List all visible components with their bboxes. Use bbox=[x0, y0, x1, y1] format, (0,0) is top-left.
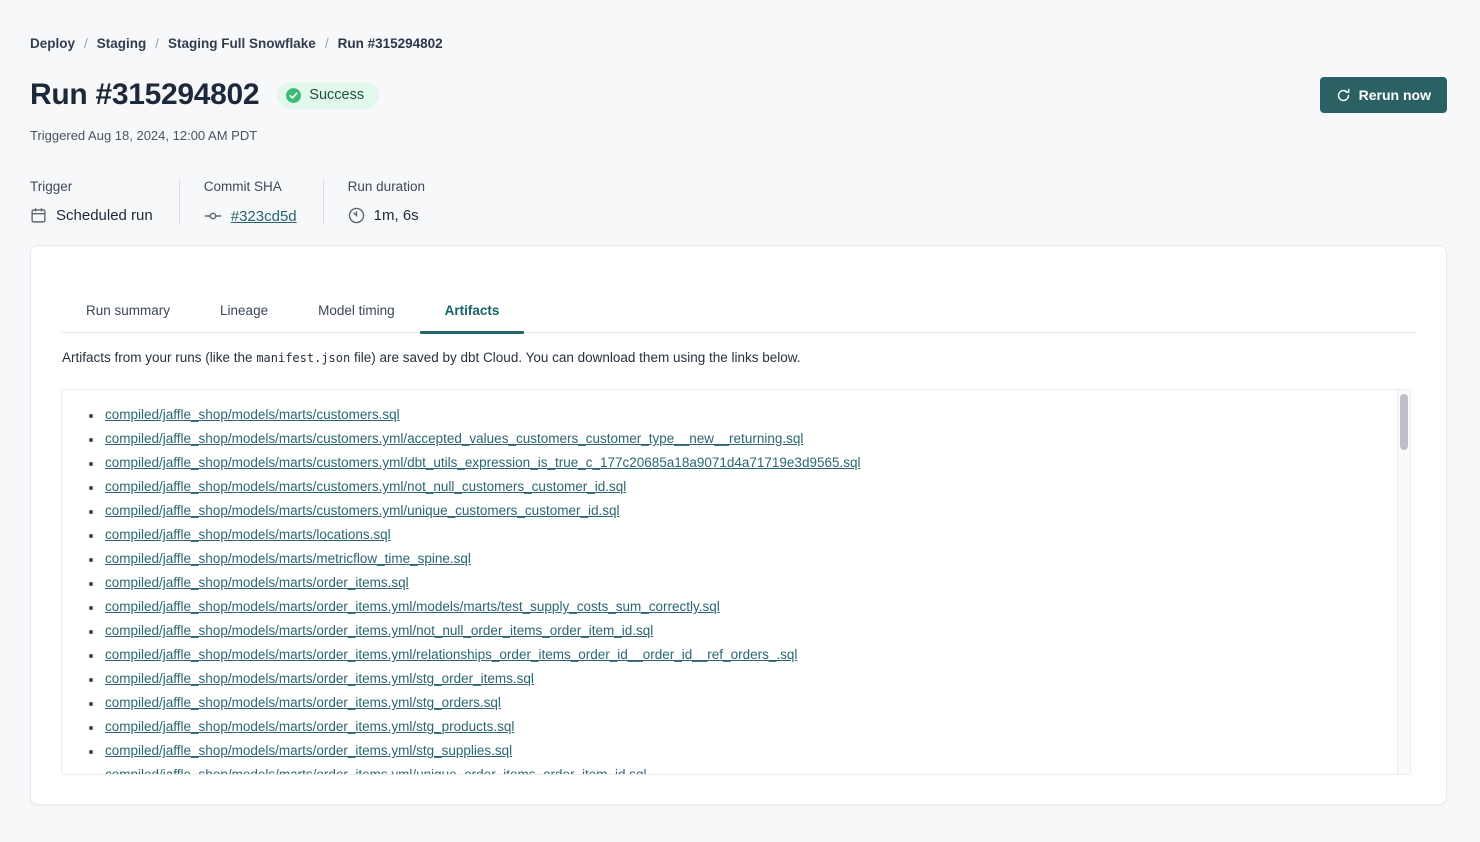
artifacts-list: compiled/jaffle_shop/models/marts/custom… bbox=[62, 390, 1410, 775]
breadcrumb-item-deploy[interactable]: Deploy bbox=[30, 36, 75, 51]
artifact-list-item: compiled/jaffle_shop/models/marts/custom… bbox=[103, 451, 1386, 475]
artifact-link[interactable]: compiled/jaffle_shop/models/marts/order_… bbox=[105, 599, 720, 614]
artifact-list-item: compiled/jaffle_shop/models/marts/custom… bbox=[103, 427, 1386, 451]
artifact-list-item: compiled/jaffle_shop/models/marts/custom… bbox=[103, 475, 1386, 499]
artifact-link[interactable]: compiled/jaffle_shop/models/marts/order_… bbox=[105, 623, 653, 638]
breadcrumb-separator: / bbox=[325, 36, 329, 51]
artifact-link[interactable]: compiled/jaffle_shop/models/marts/custom… bbox=[105, 407, 400, 422]
title-row: Run #315294802 Success Rerun now bbox=[30, 75, 1447, 115]
run-detail-page: Deploy / Staging / Staging Full Snowflak… bbox=[0, 0, 1480, 842]
breadcrumb-item-staging[interactable]: Staging bbox=[97, 36, 147, 51]
breadcrumb-item-environment[interactable]: Staging Full Snowflake bbox=[168, 36, 316, 51]
meta-duration-label: Run duration bbox=[348, 179, 425, 194]
artifact-link[interactable]: compiled/jaffle_shop/models/marts/locati… bbox=[105, 527, 391, 542]
artifact-link[interactable]: compiled/jaffle_shop/models/marts/order_… bbox=[105, 719, 514, 734]
artifact-link[interactable]: compiled/jaffle_shop/models/marts/custom… bbox=[105, 455, 861, 470]
status-badge: Success bbox=[277, 82, 379, 109]
artifact-link[interactable]: compiled/jaffle_shop/models/marts/order_… bbox=[105, 647, 797, 662]
artifact-list-item: compiled/jaffle_shop/models/marts/order_… bbox=[103, 691, 1386, 715]
page-title: Run #315294802 bbox=[30, 78, 259, 112]
artifact-list-item: compiled/jaffle_shop/models/marts/order_… bbox=[103, 763, 1386, 775]
status-badge-label: Success bbox=[309, 87, 364, 103]
artifacts-scrollbar-track[interactable] bbox=[1397, 390, 1410, 774]
tab-bar: Run summary Lineage Model timing Artifac… bbox=[61, 292, 1416, 333]
rerun-now-label: Rerun now bbox=[1359, 87, 1431, 103]
tab-run-summary[interactable]: Run summary bbox=[61, 292, 195, 333]
breadcrumb-separator: / bbox=[84, 36, 88, 51]
meta-duration-value: 1m, 6s bbox=[374, 207, 419, 224]
artifact-list-item: compiled/jaffle_shop/models/marts/metric… bbox=[103, 547, 1386, 571]
rerun-now-button[interactable]: Rerun now bbox=[1320, 77, 1447, 113]
meta-duration: Run duration 1m, 6s bbox=[323, 179, 451, 225]
artifact-list-item: compiled/jaffle_shop/models/marts/order_… bbox=[103, 667, 1386, 691]
breadcrumb-current-run: Run #315294802 bbox=[338, 36, 443, 51]
artifact-link[interactable]: compiled/jaffle_shop/models/marts/order_… bbox=[105, 695, 501, 710]
artifact-link[interactable]: compiled/jaffle_shop/models/marts/custom… bbox=[105, 431, 803, 446]
artifact-list-item: compiled/jaffle_shop/models/marts/custom… bbox=[103, 403, 1386, 427]
manifest-json-code: manifest.json bbox=[256, 351, 350, 365]
artifact-link[interactable]: compiled/jaffle_shop/models/marts/custom… bbox=[105, 503, 619, 518]
artifact-list-item: compiled/jaffle_shop/models/marts/order_… bbox=[103, 715, 1386, 739]
breadcrumb: Deploy / Staging / Staging Full Snowflak… bbox=[30, 36, 1447, 51]
artifact-list-item: compiled/jaffle_shop/models/marts/custom… bbox=[103, 499, 1386, 523]
artifacts-list-container: compiled/jaffle_shop/models/marts/custom… bbox=[61, 389, 1411, 775]
artifact-list-item: compiled/jaffle_shop/models/marts/order_… bbox=[103, 571, 1386, 595]
meta-commit: Commit SHA #323cd5d bbox=[179, 179, 323, 225]
artifacts-scrollbar-thumb[interactable] bbox=[1400, 394, 1408, 450]
run-meta: Trigger Scheduled run Commit SHA bbox=[30, 179, 1447, 225]
commit-sha-link[interactable]: #323cd5d bbox=[231, 208, 297, 225]
meta-trigger-label: Trigger bbox=[30, 179, 153, 194]
artifact-list-item: compiled/jaffle_shop/models/marts/locati… bbox=[103, 523, 1386, 547]
artifact-link[interactable]: compiled/jaffle_shop/models/marts/order_… bbox=[105, 575, 409, 590]
tab-artifacts[interactable]: Artifacts bbox=[420, 292, 525, 333]
artifact-link[interactable]: compiled/jaffle_shop/models/marts/order_… bbox=[105, 671, 534, 686]
artifacts-description-suffix: file) are saved by dbt Cloud. You can do… bbox=[350, 350, 800, 365]
clock-icon bbox=[348, 207, 365, 224]
run-details-card: Run summary Lineage Model timing Artifac… bbox=[30, 245, 1447, 805]
meta-commit-label: Commit SHA bbox=[204, 179, 297, 194]
breadcrumb-separator: / bbox=[155, 36, 159, 51]
triggered-timestamp: Triggered Aug 18, 2024, 12:00 AM PDT bbox=[30, 128, 1447, 143]
artifacts-description: Artifacts from your runs (like the manif… bbox=[62, 349, 1416, 367]
artifact-link[interactable]: compiled/jaffle_shop/models/marts/order_… bbox=[105, 767, 647, 775]
artifact-link[interactable]: compiled/jaffle_shop/models/marts/metric… bbox=[105, 551, 471, 566]
tab-lineage[interactable]: Lineage bbox=[195, 292, 293, 333]
artifact-link[interactable]: compiled/jaffle_shop/models/marts/custom… bbox=[105, 479, 626, 494]
artifact-list-item: compiled/jaffle_shop/models/marts/order_… bbox=[103, 643, 1386, 667]
artifacts-description-prefix: Artifacts from your runs (like the bbox=[62, 350, 256, 365]
calendar-icon bbox=[30, 207, 47, 224]
refresh-icon bbox=[1336, 88, 1351, 103]
artifact-list-item: compiled/jaffle_shop/models/marts/order_… bbox=[103, 619, 1386, 643]
artifact-list-item: compiled/jaffle_shop/models/marts/order_… bbox=[103, 595, 1386, 619]
artifact-link[interactable]: compiled/jaffle_shop/models/marts/order_… bbox=[105, 743, 512, 758]
meta-trigger: Trigger Scheduled run bbox=[30, 179, 179, 225]
artifact-list-item: compiled/jaffle_shop/models/marts/order_… bbox=[103, 739, 1386, 763]
tab-model-timing[interactable]: Model timing bbox=[293, 292, 420, 333]
check-circle-icon bbox=[285, 87, 302, 104]
meta-trigger-value: Scheduled run bbox=[56, 207, 153, 224]
git-commit-icon bbox=[204, 207, 222, 225]
